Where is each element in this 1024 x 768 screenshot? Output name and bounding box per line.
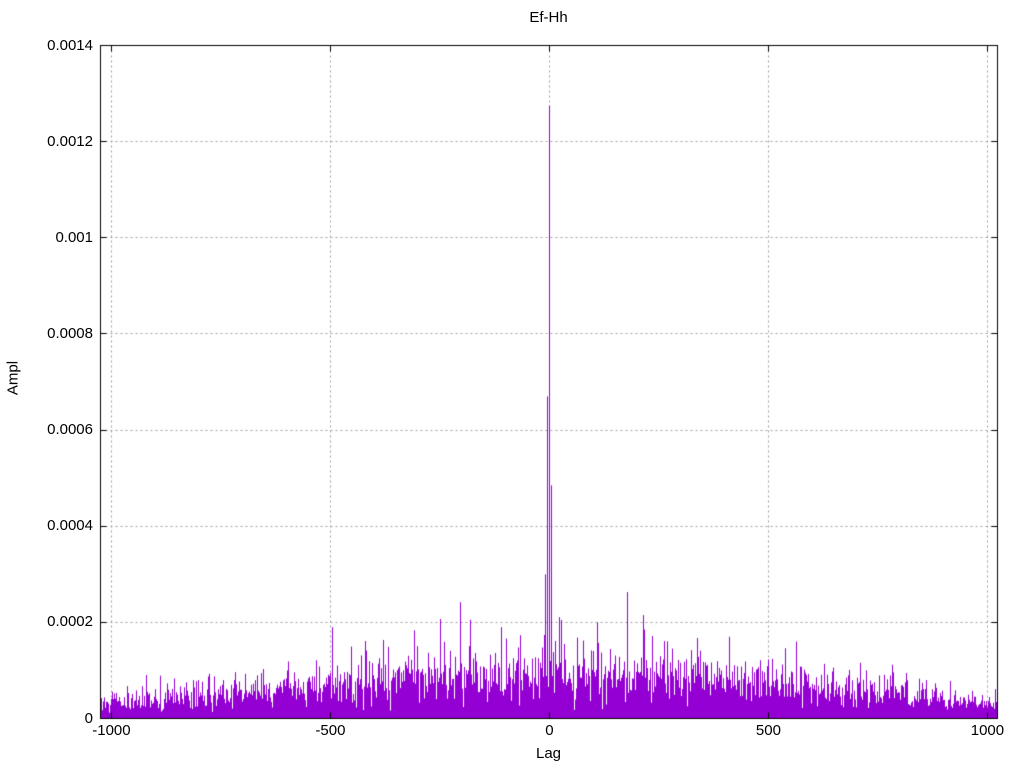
y-tick-label: 0 xyxy=(84,709,93,727)
x-tick-label: 500 xyxy=(755,722,781,739)
y-tick-label: 0.0004 xyxy=(47,517,93,535)
y-tick-label: 0.0002 xyxy=(47,613,93,631)
y-tick-label: 0.0014 xyxy=(47,36,93,54)
y-tick-label: 0.001 xyxy=(55,228,93,246)
x-axis-label: Lag xyxy=(535,745,562,762)
x-tick-label: 0 xyxy=(545,722,554,739)
y-tick-label: 0.0008 xyxy=(47,324,93,342)
plot-canvas xyxy=(0,0,1024,768)
chart-figure: Ef-Hh Ampl Lag -1000 -500 0 500 1000 0 0.0002 0… xyxy=(0,0,1024,768)
y-tick-label: 0.0012 xyxy=(47,132,93,150)
x-tick-label: -500 xyxy=(315,722,346,739)
chart-title: Ef-Hh xyxy=(529,9,568,26)
y-tick-label: 0.0006 xyxy=(47,421,93,439)
gnuplot-screenshot: { "chart_data": { "type": "impulses", "t… xyxy=(0,0,1024,768)
y-axis-label: Ampl xyxy=(4,360,22,396)
x-tick-label: 1000 xyxy=(970,722,1005,739)
